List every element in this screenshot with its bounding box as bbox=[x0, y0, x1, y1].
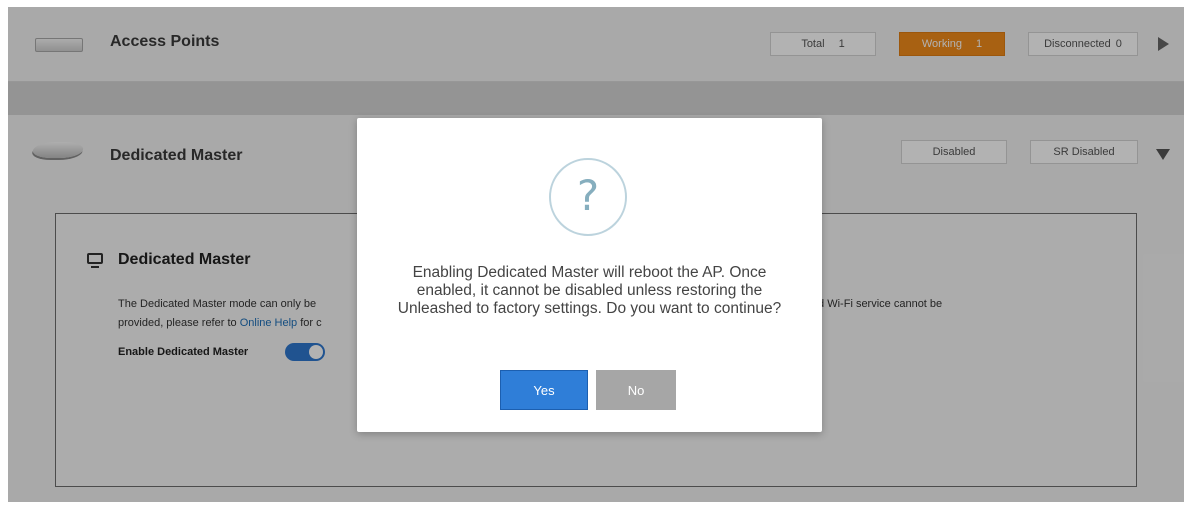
confirm-dialog: ? Enabling Dedicated Master will reboot … bbox=[357, 118, 822, 432]
yes-button[interactable]: Yes bbox=[500, 370, 588, 410]
confirm-message: Enabling Dedicated Master will reboot th… bbox=[377, 264, 802, 318]
confirm-message-line-3: Unleashed to factory settings. Do you wa… bbox=[397, 300, 782, 317]
confirm-message-line-2: enabled, it cannot be disabled unless re… bbox=[416, 282, 763, 299]
confirm-message-line-1: Enabling Dedicated Master will reboot th… bbox=[412, 264, 767, 281]
question-icon: ? bbox=[549, 158, 627, 236]
no-button[interactable]: No bbox=[596, 370, 676, 410]
